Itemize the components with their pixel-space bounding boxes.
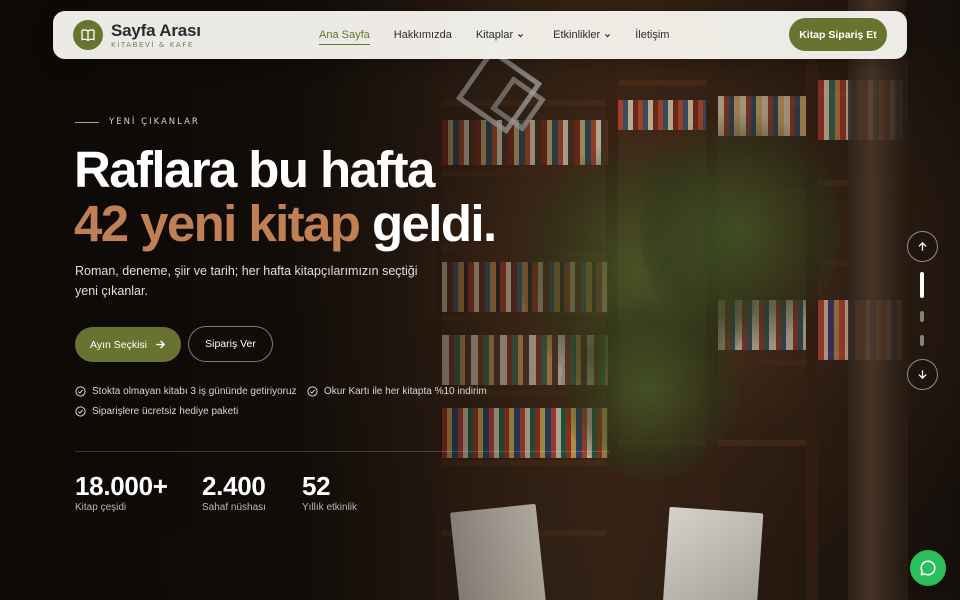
feature-item: Siparişlere ücretsiz hediye paketi (75, 406, 238, 417)
nav-item-events[interactable]: Etkinlikler (553, 11, 611, 59)
hero-eyebrow: YENİ ÇIKANLAR (75, 117, 200, 127)
brand-logo[interactable] (73, 20, 103, 50)
stat-events: 52 Yıllık etkinlik (302, 472, 357, 513)
chat-bubble-icon (920, 560, 936, 576)
stats-divider (75, 451, 610, 452)
stat-book-variety: 18.000+ Kitap çeşidi (75, 472, 168, 513)
feature-item: Okur Kartı ile her kitapta %10 indirim (307, 386, 487, 397)
main-nav: Ana Sayfa Hakkımızda Kitaplar Etkinlikle… (319, 11, 669, 59)
stat-value: 18.000+ (75, 471, 168, 501)
button-label: Ayın Seçkisi (90, 338, 147, 351)
check-circle-icon (75, 406, 86, 417)
check-circle-icon (75, 386, 86, 397)
brand-subtitle: KİTABEVİ & KAFE (111, 40, 194, 49)
check-circle-icon (307, 386, 318, 397)
place-order-button[interactable]: Sipariş Ver (188, 326, 273, 362)
stat-value: 2.400 (202, 471, 266, 501)
feature-item: Stokta olmayan kitabı 3 iş gününde getir… (75, 386, 297, 397)
eyebrow-text: YENİ ÇIKANLAR (109, 117, 200, 127)
next-slide-button[interactable] (907, 359, 938, 390)
feature-text: Okur Kartı ile her kitapta %10 indirim (324, 386, 487, 397)
arrow-down-icon (918, 370, 927, 380)
slide-indicator-2[interactable] (920, 311, 924, 322)
nav-item-label: Ana Sayfa (319, 29, 370, 41)
chevron-down-icon (518, 33, 524, 37)
feature-text: Siparişlere ücretsiz hediye paketi (92, 406, 239, 417)
month-selection-button[interactable]: Ayın Seçkisi (75, 327, 181, 362)
nav-item-books[interactable]: Kitaplar (476, 11, 524, 59)
book-icon (81, 29, 95, 41)
hero-lead: Roman, deneme, şiir ve tarih; her hafta … (75, 264, 418, 298)
order-book-button[interactable]: Kitap Sipariş Et (789, 18, 887, 51)
headline-line1: Raflara bu hafta (74, 141, 435, 198)
arrow-right-icon (156, 340, 166, 349)
chevron-down-icon (605, 33, 611, 37)
nav-item-label: İletişim (635, 29, 670, 41)
hero-headline: Raflara bu hafta 42 yeni kitap geldi. (74, 141, 497, 252)
navbar: Sayfa Arası KİTABEVİ & KAFE Ana Sayfa Ha… (53, 11, 907, 59)
feature-text: Stokta olmayan kitabı 3 iş gününde getir… (92, 386, 297, 397)
slide-indicator-3[interactable] (920, 335, 924, 346)
nav-item-label: Etkinlikler (553, 29, 601, 41)
previous-slide-button[interactable] (907, 231, 938, 262)
headline-accent: 42 yeni kitap (74, 195, 361, 252)
brand-name: Sayfa Arası (111, 20, 201, 40)
eyebrow-line (75, 121, 99, 123)
stat-label: Kitap çeşidi (75, 502, 127, 513)
nav-item-label: Hakkımızda (393, 29, 452, 41)
nav-item-label: Kitaplar (475, 29, 514, 41)
whatsapp-chat-button[interactable] (910, 550, 946, 586)
stat-secondhand: 2.400 Sahaf nüshası (202, 472, 266, 513)
nav-item-home[interactable]: Ana Sayfa (319, 11, 370, 59)
nav-item-contact[interactable]: İletişim (635, 11, 669, 59)
headline-rest: geldi. (371, 195, 497, 252)
stat-label: Sahaf nüshası (202, 502, 266, 513)
stat-value: 52 (302, 471, 331, 501)
nav-item-about[interactable]: Hakkımızda (394, 11, 452, 59)
brand[interactable]: Sayfa Arası KİTABEVİ & KAFE (111, 22, 201, 49)
slide-indicator-1[interactable] (920, 272, 924, 298)
arrow-up-icon (918, 241, 927, 251)
stat-label: Yıllık etkinlik (302, 502, 358, 513)
